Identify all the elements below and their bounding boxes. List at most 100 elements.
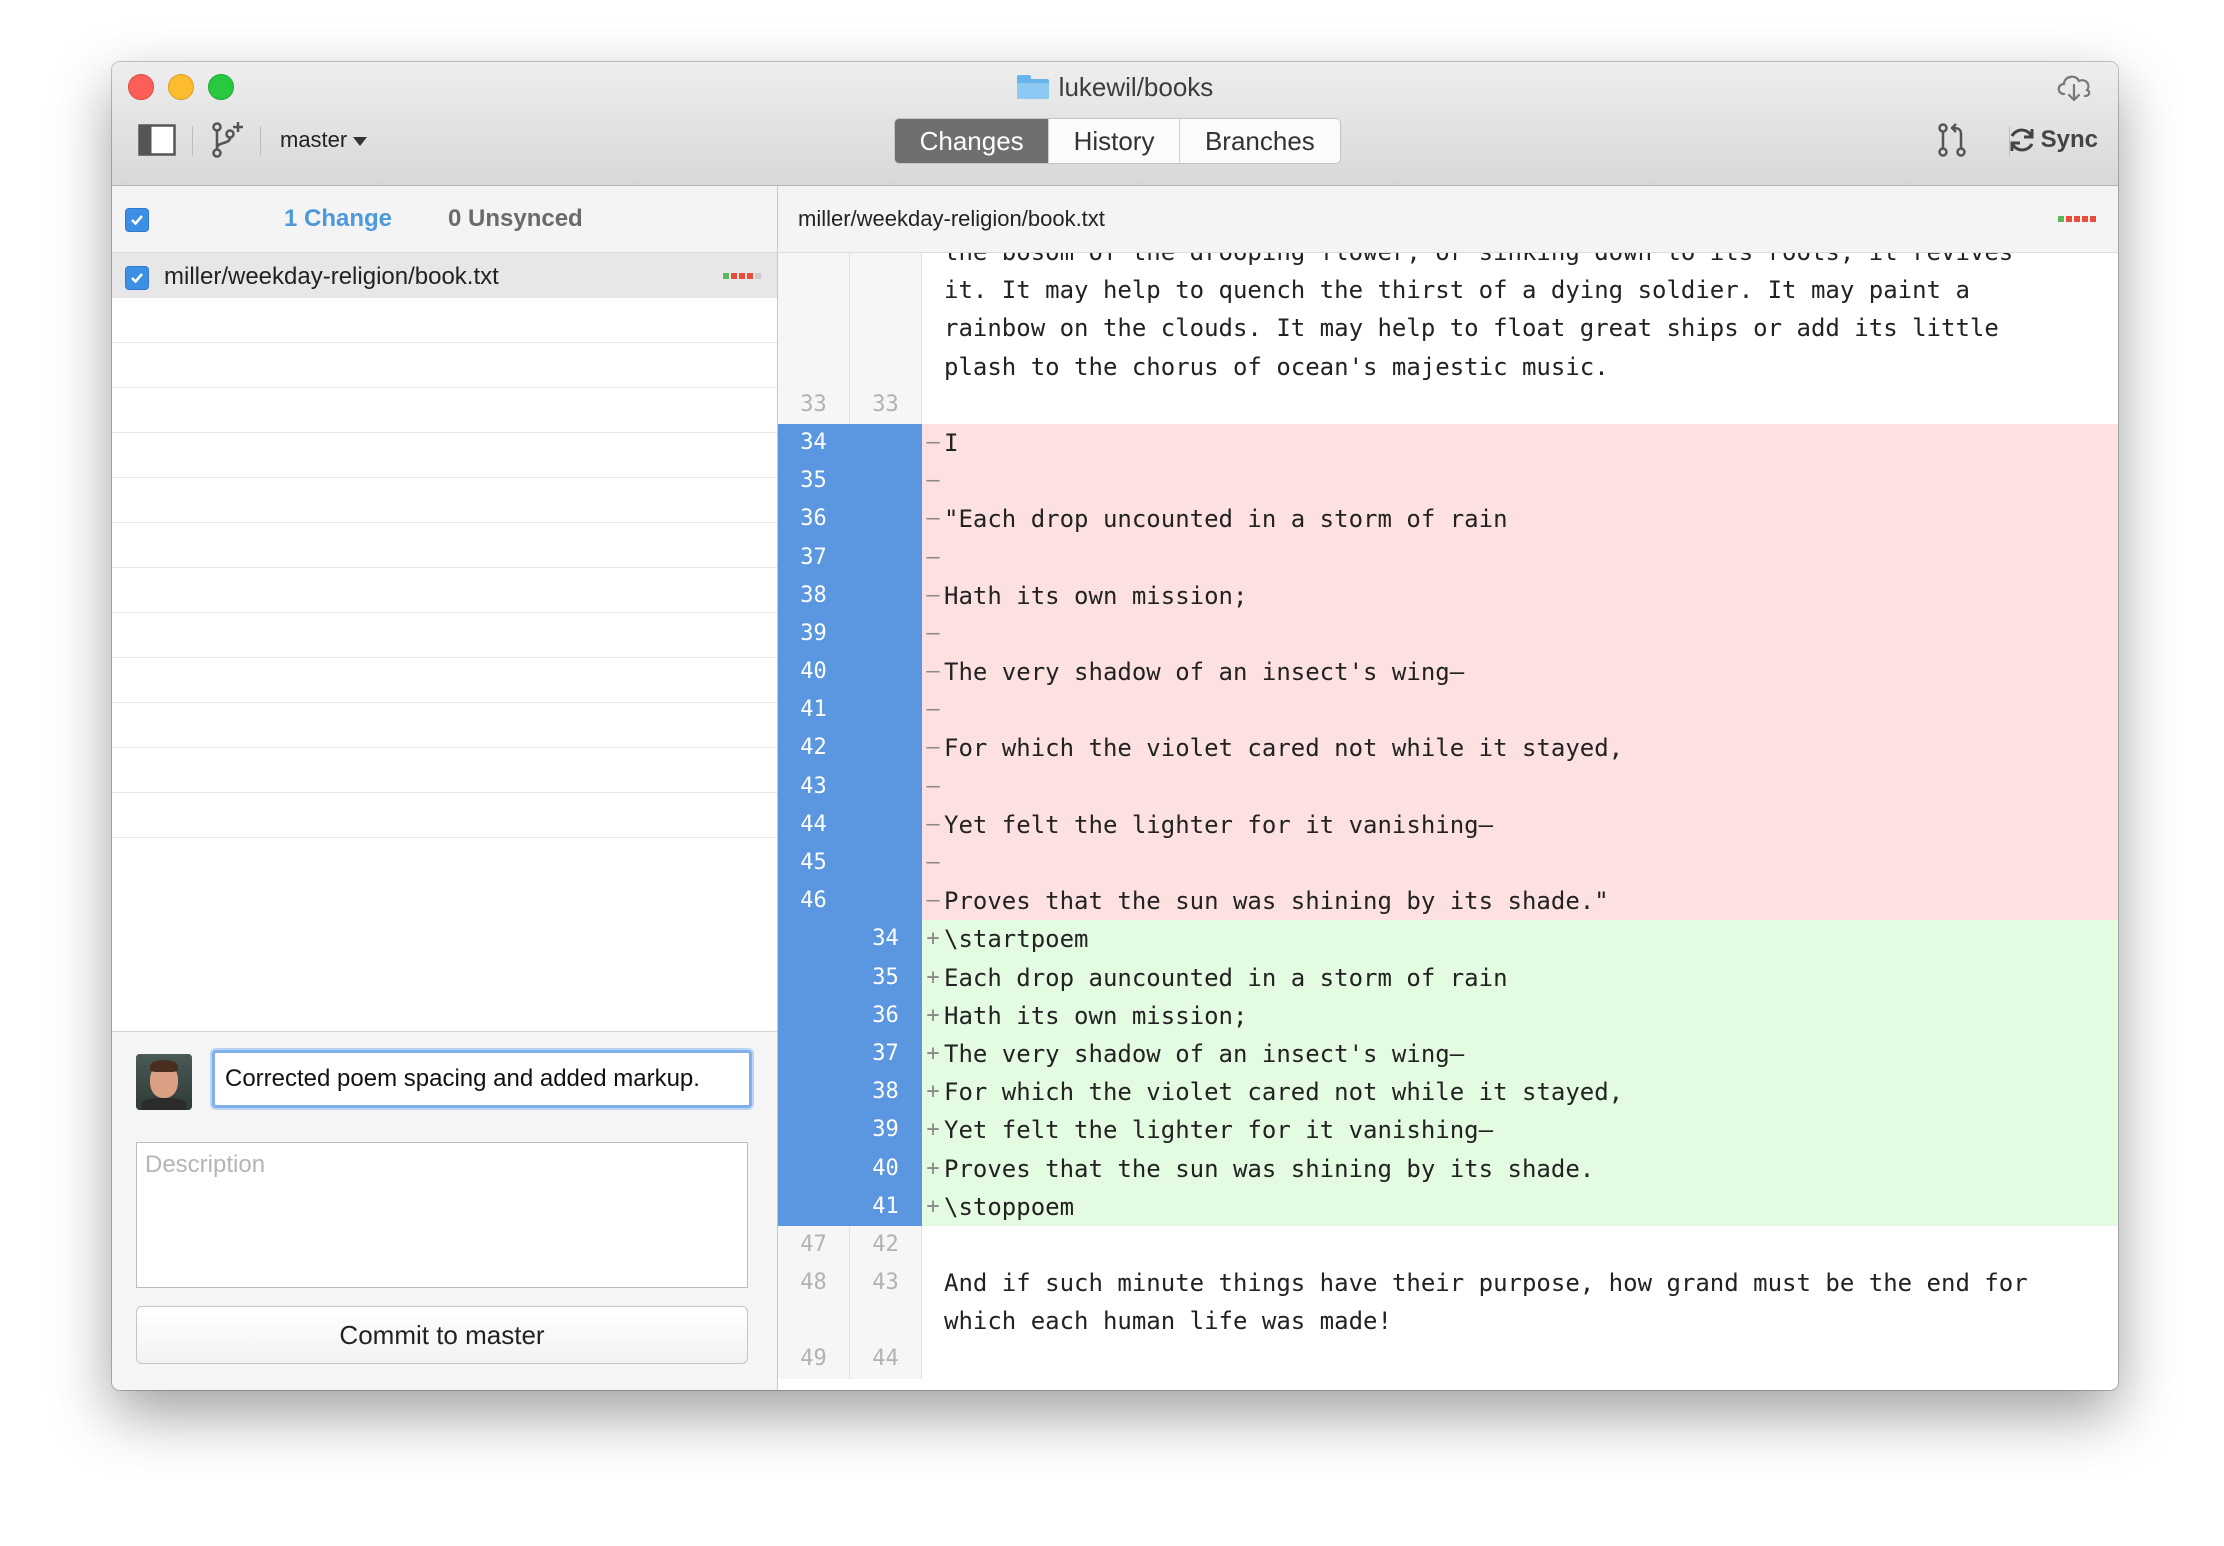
sidebar-toggle-icon[interactable] <box>138 124 176 156</box>
empty-row <box>112 478 777 523</box>
added-line[interactable]: 37 + The very shadow of an insect's wing— <box>778 1034 2118 1074</box>
context-line[interactable]: 33 33 <box>778 385 2118 424</box>
diff-marker: – <box>922 729 944 768</box>
new-line-number <box>850 614 922 654</box>
commit-button[interactable]: Commit to master <box>136 1306 748 1364</box>
view-tabs: Changes History Branches <box>894 118 1341 164</box>
diff-marker: – <box>922 882 944 921</box>
unsynced-count-tab[interactable]: 0 Unsynced <box>448 205 583 233</box>
line-content: Proves that the sun was shining by its s… <box>944 1149 2118 1188</box>
titlebar: lukewil/books master Changes History Bra… <box>112 62 2118 186</box>
commit-area: Commit to master <box>112 1031 777 1390</box>
diffstat-block <box>731 273 737 279</box>
deleted-line[interactable]: 44 – Yet felt the lighter for it vanishing… <box>778 805 2118 844</box>
empty-row <box>112 658 777 703</box>
new-line-number <box>850 653 922 692</box>
new-line-number: 40 <box>850 1149 922 1188</box>
deleted-line[interactable]: 46 – Proves that the sun was shining by it… <box>778 882 2118 921</box>
context-line[interactable]: it. It may help to quench the thirst of … <box>778 271 2118 310</box>
deleted-line[interactable]: 35 – <box>778 462 2118 501</box>
new-line-number: 36 <box>850 996 922 1035</box>
diff-marker: – <box>922 844 944 883</box>
old-line-number <box>778 271 850 310</box>
diff-view[interactable]: the bosom of the drooping flower, or sin… <box>778 253 2118 1390</box>
tab-branches[interactable]: Branches <box>1180 119 1340 163</box>
tab-changes[interactable]: Changes <box>895 119 1050 163</box>
sync-button[interactable]: Sync <box>2007 122 2098 158</box>
added-line[interactable]: 38 + For which the violet cared not while … <box>778 1073 2118 1112</box>
empty-row <box>112 523 777 568</box>
line-content: rainbow on the clouds. It may help to fl… <box>944 314 1999 343</box>
deleted-line[interactable]: 37 – <box>778 538 2118 577</box>
old-line-number <box>778 1149 850 1188</box>
new-line-number: 43 <box>850 1264 922 1341</box>
empty-row <box>112 748 777 793</box>
deleted-line[interactable]: 43 – <box>778 767 2118 806</box>
line-content: The very shadow of an insect's wing— <box>944 1034 2118 1074</box>
line-content: Hath its own mission; <box>944 576 2118 615</box>
select-all-checkbox[interactable] <box>125 208 149 232</box>
diff-panel: miller/weekday-religion/book.txt the bos… <box>778 186 2118 1390</box>
empty-row <box>112 793 777 838</box>
deleted-line[interactable]: 34 – I <box>778 423 2118 463</box>
context-line[interactable]: rainbow on the clouds. It may help to fl… <box>778 309 2118 348</box>
line-content: I <box>944 423 2118 463</box>
old-line-number: 35 <box>778 462 850 501</box>
line-content: Proves that the sun was shining by its s… <box>944 882 2118 921</box>
commit-summary-input[interactable] <box>212 1050 752 1108</box>
file-list-item[interactable]: miller/weekday-religion/book.txt <box>112 253 777 298</box>
new-line-number <box>850 767 922 806</box>
create-branch-icon[interactable] <box>208 120 244 160</box>
added-line[interactable]: 36 + Hath its own mission; <box>778 996 2118 1035</box>
diff-marker: + <box>922 996 944 1035</box>
change-count-tab[interactable]: 1 Change <box>284 205 392 233</box>
added-line[interactable]: 35 + Each drop auncounted in a storm of ra… <box>778 958 2118 997</box>
old-line-number <box>778 1073 850 1112</box>
old-line-number <box>778 309 850 348</box>
added-line[interactable]: 34 + \startpoem <box>778 920 2118 959</box>
old-line-number: 43 <box>778 767 850 806</box>
app-window: lukewil/books master Changes History Bra… <box>112 62 2118 1390</box>
context-line[interactable]: the bosom of the drooping flower, or sin… <box>778 253 2118 272</box>
line-content: it. It may help to quench the thirst of … <box>944 276 1970 305</box>
old-line-number: 40 <box>778 653 850 692</box>
old-line-number: 46 <box>778 882 850 921</box>
changed-files-list: miller/weekday-religion/book.txt <box>112 253 777 861</box>
diffstat-block <box>2058 216 2064 222</box>
deleted-line[interactable]: 45 – <box>778 844 2118 883</box>
old-line-number: 44 <box>778 805 850 844</box>
added-line[interactable]: 39 + Yet felt the lighter for it vanishing… <box>778 1111 2118 1150</box>
deleted-line[interactable]: 36 – "Each drop uncounted in a storm of ra… <box>778 500 2118 539</box>
context-line[interactable]: plash to the chorus of ocean's majestic … <box>778 347 2118 386</box>
branch-selector[interactable]: master <box>280 124 368 156</box>
window-title-area: lukewil/books <box>112 70 2118 104</box>
file-checkbox[interactable] <box>125 266 149 290</box>
cloud-download-icon[interactable] <box>2054 70 2094 104</box>
deleted-line[interactable]: 39 – <box>778 614 2118 654</box>
new-line-number <box>850 253 922 272</box>
deleted-line[interactable]: 42 – For which the violet cared not while … <box>778 729 2118 768</box>
tab-history[interactable]: History <box>1049 119 1180 163</box>
line-content: For which the violet cared not while it … <box>944 1073 2118 1112</box>
deleted-line[interactable]: 41 – <box>778 691 2118 730</box>
new-line-number: 34 <box>850 920 922 959</box>
commit-description-input[interactable] <box>136 1142 748 1288</box>
added-line[interactable]: 40 + Proves that the sun was shining by it… <box>778 1149 2118 1188</box>
line-content: The very shadow of an insect's wing— <box>944 653 2118 692</box>
empty-row <box>112 613 777 658</box>
line-content: Yet felt the lighter for it vanishing— <box>944 1111 2118 1150</box>
deleted-line[interactable]: 38 – Hath its own mission; <box>778 576 2118 615</box>
checkmark-icon <box>131 215 143 226</box>
diff-file-path: miller/weekday-religion/book.txt <box>798 206 1105 231</box>
new-line-number <box>850 423 922 463</box>
added-line[interactable]: 41 + \stoppoem <box>778 1187 2118 1226</box>
line-content: Yet felt the lighter for it vanishing— <box>944 805 2118 844</box>
diff-marker: – <box>922 805 944 844</box>
pull-request-icon[interactable] <box>1934 120 1970 160</box>
context-line[interactable]: 49 44 <box>778 1340 2118 1379</box>
context-line[interactable]: 48 43 And if such minute things have their… <box>778 1264 2118 1341</box>
deleted-line[interactable]: 40 – The very shadow of an insect's wing— <box>778 653 2118 692</box>
diff-marker <box>922 1226 944 1264</box>
old-line-number: 34 <box>778 423 850 463</box>
context-line[interactable]: 47 42 <box>778 1225 2118 1265</box>
